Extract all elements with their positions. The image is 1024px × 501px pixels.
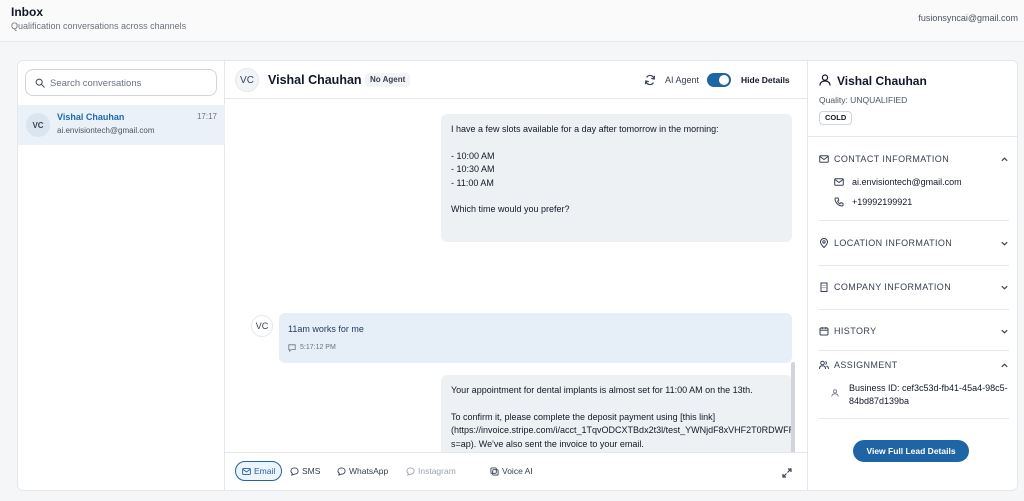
temperature-badge: COLD: [819, 111, 853, 125]
search-input[interactable]: Search conversations: [25, 69, 217, 96]
conversation-item[interactable]: VC Vishal Chauhan ai.envisiontech@gmail.…: [18, 105, 225, 145]
section-label: CONTACT INFORMATION: [834, 154, 950, 164]
message-icon: [288, 344, 296, 352]
map-pin-icon: [819, 238, 829, 248]
whatsapp-icon: [337, 466, 346, 476]
conversation-email: ai.envisiontech@gmail.com: [57, 126, 155, 135]
section-company-information[interactable]: COMPANY INFORMATION: [819, 280, 1009, 294]
mail-icon: [834, 178, 844, 186]
channel-label: Voice AI: [502, 466, 533, 476]
business-id-row: Business ID: cef3c53d-fb41-45a4-98c5-84b…: [831, 382, 1010, 408]
message-text: 11am works for me: [288, 324, 364, 334]
user-icon: [819, 74, 831, 86]
lead-quality: Quality: UNQUALIFIED: [819, 95, 908, 105]
contact-phone-row: +19992199921: [834, 197, 913, 207]
business-id: Business ID: cef3c53d-fb41-45a4-98c5-84b…: [849, 383, 1008, 406]
top-bar: Inbox Qualification conversations across…: [0, 0, 1024, 42]
chat-contact-name: Vishal Chauhan: [268, 73, 362, 87]
contact-phone: +19992199921: [852, 197, 913, 207]
avatar: VC: [235, 68, 259, 92]
phone-icon: [834, 197, 844, 207]
outgoing-message: Your appointment for dental implants is …: [441, 375, 792, 452]
divider: [819, 418, 1009, 419]
ai-agent-label: AI Agent: [665, 75, 700, 85]
channel-bar: Email SMS WhatsApp Instagram Voice AI: [225, 452, 807, 490]
chevron-down-icon: [1001, 329, 1008, 334]
outgoing-message: I have a few slots available for a day a…: [441, 114, 792, 242]
channel-sms[interactable]: SMS: [290, 461, 320, 481]
lead-header: Vishal Chauhan Quality: UNQUALIFIED COLD: [808, 61, 1017, 137]
section-assignment[interactable]: ASSIGNMENT: [819, 358, 1009, 372]
inbox-container: Search conversations VC Vishal Chauhan a…: [17, 60, 1018, 491]
channel-label: Email: [254, 466, 276, 476]
divider: [819, 220, 1009, 221]
ai-agent-toggle[interactable]: [707, 73, 731, 87]
conversation-name: Vishal Chauhan: [57, 112, 125, 122]
section-label: LOCATION INFORMATION: [834, 238, 953, 248]
channel-label: WhatsApp: [349, 466, 389, 476]
hide-details-button[interactable]: Hide Details: [741, 75, 790, 85]
channel-label: SMS: [302, 466, 321, 476]
section-label: COMPANY INFORMATION: [834, 282, 952, 292]
mail-icon: [242, 467, 251, 475]
message-avatar: VC: [251, 315, 273, 337]
message-time: 5:17:12 PM: [300, 344, 336, 351]
message-scrollbar[interactable]: [791, 362, 795, 452]
refresh-icon[interactable]: [644, 74, 656, 86]
phone-icon: [490, 466, 499, 476]
chevron-up-icon: [1001, 156, 1008, 161]
conversation-time: 17:17: [196, 112, 217, 121]
page-subtitle: Qualification conversations across chann…: [11, 21, 187, 31]
chevron-down-icon: [1001, 285, 1008, 290]
section-label: ASSIGNMENT: [834, 360, 898, 370]
section-contact-information[interactable]: CONTACT INFORMATION: [819, 152, 1009, 166]
building-icon: [820, 282, 828, 292]
divider: [819, 350, 1009, 351]
chat-bubble-icon: [290, 466, 299, 476]
incoming-message: 11am works for me 5:17:12 PM: [279, 313, 792, 363]
instagram-icon: [406, 466, 415, 476]
chat-panel: VC Vishal Chauhan No Agent AI Agent Hide…: [225, 61, 807, 490]
message-list[interactable]: I have a few slots available for a day a…: [225, 100, 807, 452]
user-email[interactable]: fusionsyncai@gmail.com: [918, 13, 1018, 23]
section-label: HISTORY: [834, 326, 877, 336]
search-placeholder: Search conversations: [50, 78, 142, 89]
calendar-icon: [819, 327, 829, 336]
divider: [819, 265, 1009, 266]
divider: [819, 309, 1009, 310]
contact-email-row: ai.envisiontech@gmail.com: [834, 177, 962, 187]
chevron-down-icon: [1001, 241, 1008, 246]
section-location-information[interactable]: LOCATION INFORMATION: [819, 236, 1009, 250]
expand-icon[interactable]: [782, 468, 792, 478]
lead-details-panel: Vishal Chauhan Quality: UNQUALIFIED COLD…: [807, 61, 1017, 490]
view-full-lead-details-button[interactable]: View Full Lead Details: [853, 440, 969, 462]
user-group-icon: [831, 389, 839, 397]
avatar: VC: [26, 113, 50, 137]
agent-badge: No Agent: [365, 73, 411, 87]
search-icon: [35, 78, 45, 88]
conversation-list-panel: Search conversations VC Vishal Chauhan a…: [18, 61, 225, 490]
page-title: Inbox: [11, 5, 43, 19]
chat-header: VC Vishal Chauhan No Agent AI Agent Hide…: [225, 61, 807, 99]
toggle-knob: [719, 75, 729, 85]
section-history[interactable]: HISTORY: [819, 324, 1009, 338]
channel-voice-ai[interactable]: Voice AI: [490, 461, 533, 481]
users-icon: [819, 360, 829, 370]
channel-email[interactable]: Email: [235, 461, 283, 481]
channel-label: Instagram: [418, 466, 456, 476]
lead-name: Vishal Chauhan: [837, 74, 927, 88]
channel-whatsapp[interactable]: WhatsApp: [337, 461, 388, 481]
mail-icon: [819, 155, 829, 163]
channel-instagram: Instagram: [406, 461, 456, 481]
contact-email: ai.envisiontech@gmail.com: [852, 177, 962, 187]
chevron-up-icon: [1001, 362, 1008, 367]
